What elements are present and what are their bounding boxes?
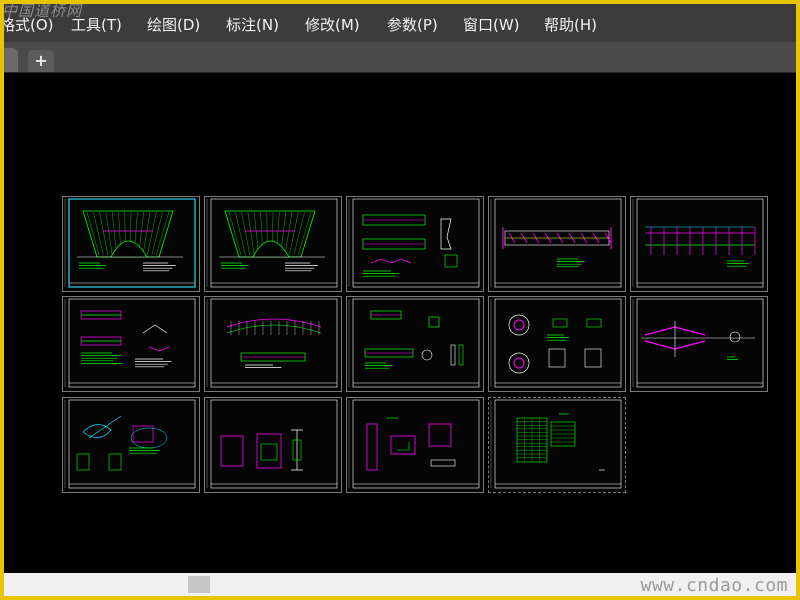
file-tab-strip: +	[4, 42, 796, 73]
sheet-drawing	[490, 399, 622, 489]
drawing-canvas[interactable]	[4, 73, 796, 573]
layout-sheet[interactable]	[62, 196, 200, 292]
menu-format[interactable]: 格式(O)	[4, 16, 54, 34]
menu-window[interactable]: 窗口(W)	[463, 16, 520, 34]
sheet-drawing	[206, 198, 338, 288]
layout-sheet[interactable]	[630, 196, 768, 292]
sheet-drawing	[206, 399, 338, 489]
layout-sheet[interactable]	[488, 296, 626, 392]
layout-sheet[interactable]	[62, 397, 200, 493]
sheet-drawing	[632, 298, 764, 388]
layout-sheet[interactable]	[204, 296, 342, 392]
menu-parametric[interactable]: 参数(P)	[387, 16, 438, 34]
menu-tools[interactable]: 工具(T)	[71, 16, 122, 34]
cad-application-window: 中国道桥网 格式(O) 工具(T) 绘图(D) 标注(N) 修改(M) 参数(P…	[4, 4, 796, 596]
sheet-drawing	[490, 198, 622, 288]
sheet-drawing	[64, 198, 196, 288]
layout-sheet[interactable]	[204, 397, 342, 493]
watermark-bottom: www.cndao.com	[640, 575, 788, 596]
sheet-drawing	[206, 298, 338, 388]
layout-sheet[interactable]	[346, 397, 484, 493]
menu-modify[interactable]: 修改(M)	[305, 16, 360, 34]
menu-dimension[interactable]: 标注(N)	[226, 16, 279, 34]
layout-sheet[interactable]	[488, 397, 626, 493]
new-tab-button[interactable]: +	[28, 50, 54, 72]
sheet-drawing	[348, 198, 480, 288]
layout-sheet[interactable]	[346, 196, 484, 292]
layout-sheet[interactable]	[204, 196, 342, 292]
menu-bar: 中国道桥网 格式(O) 工具(T) 绘图(D) 标注(N) 修改(M) 参数(P…	[4, 4, 796, 42]
sheet-drawing	[490, 298, 622, 388]
sheet-drawing	[632, 198, 764, 288]
sheet-drawing	[64, 399, 196, 489]
layout-sheet[interactable]	[630, 296, 768, 392]
menu-help[interactable]: 帮助(H)	[544, 16, 597, 34]
sheet-drawing	[64, 298, 196, 388]
sheet-drawing	[348, 399, 480, 489]
layout-sheet[interactable]	[488, 196, 626, 292]
layout-sheet[interactable]	[62, 296, 200, 392]
menu-draw[interactable]: 绘图(D)	[147, 16, 200, 34]
scrollbar-thumb[interactable]	[188, 576, 210, 593]
horizontal-scrollbar[interactable]: www.cndao.com	[4, 573, 796, 596]
layout-sheet[interactable]	[346, 296, 484, 392]
sheet-drawing	[348, 298, 480, 388]
drawing-tab[interactable]	[4, 48, 18, 72]
